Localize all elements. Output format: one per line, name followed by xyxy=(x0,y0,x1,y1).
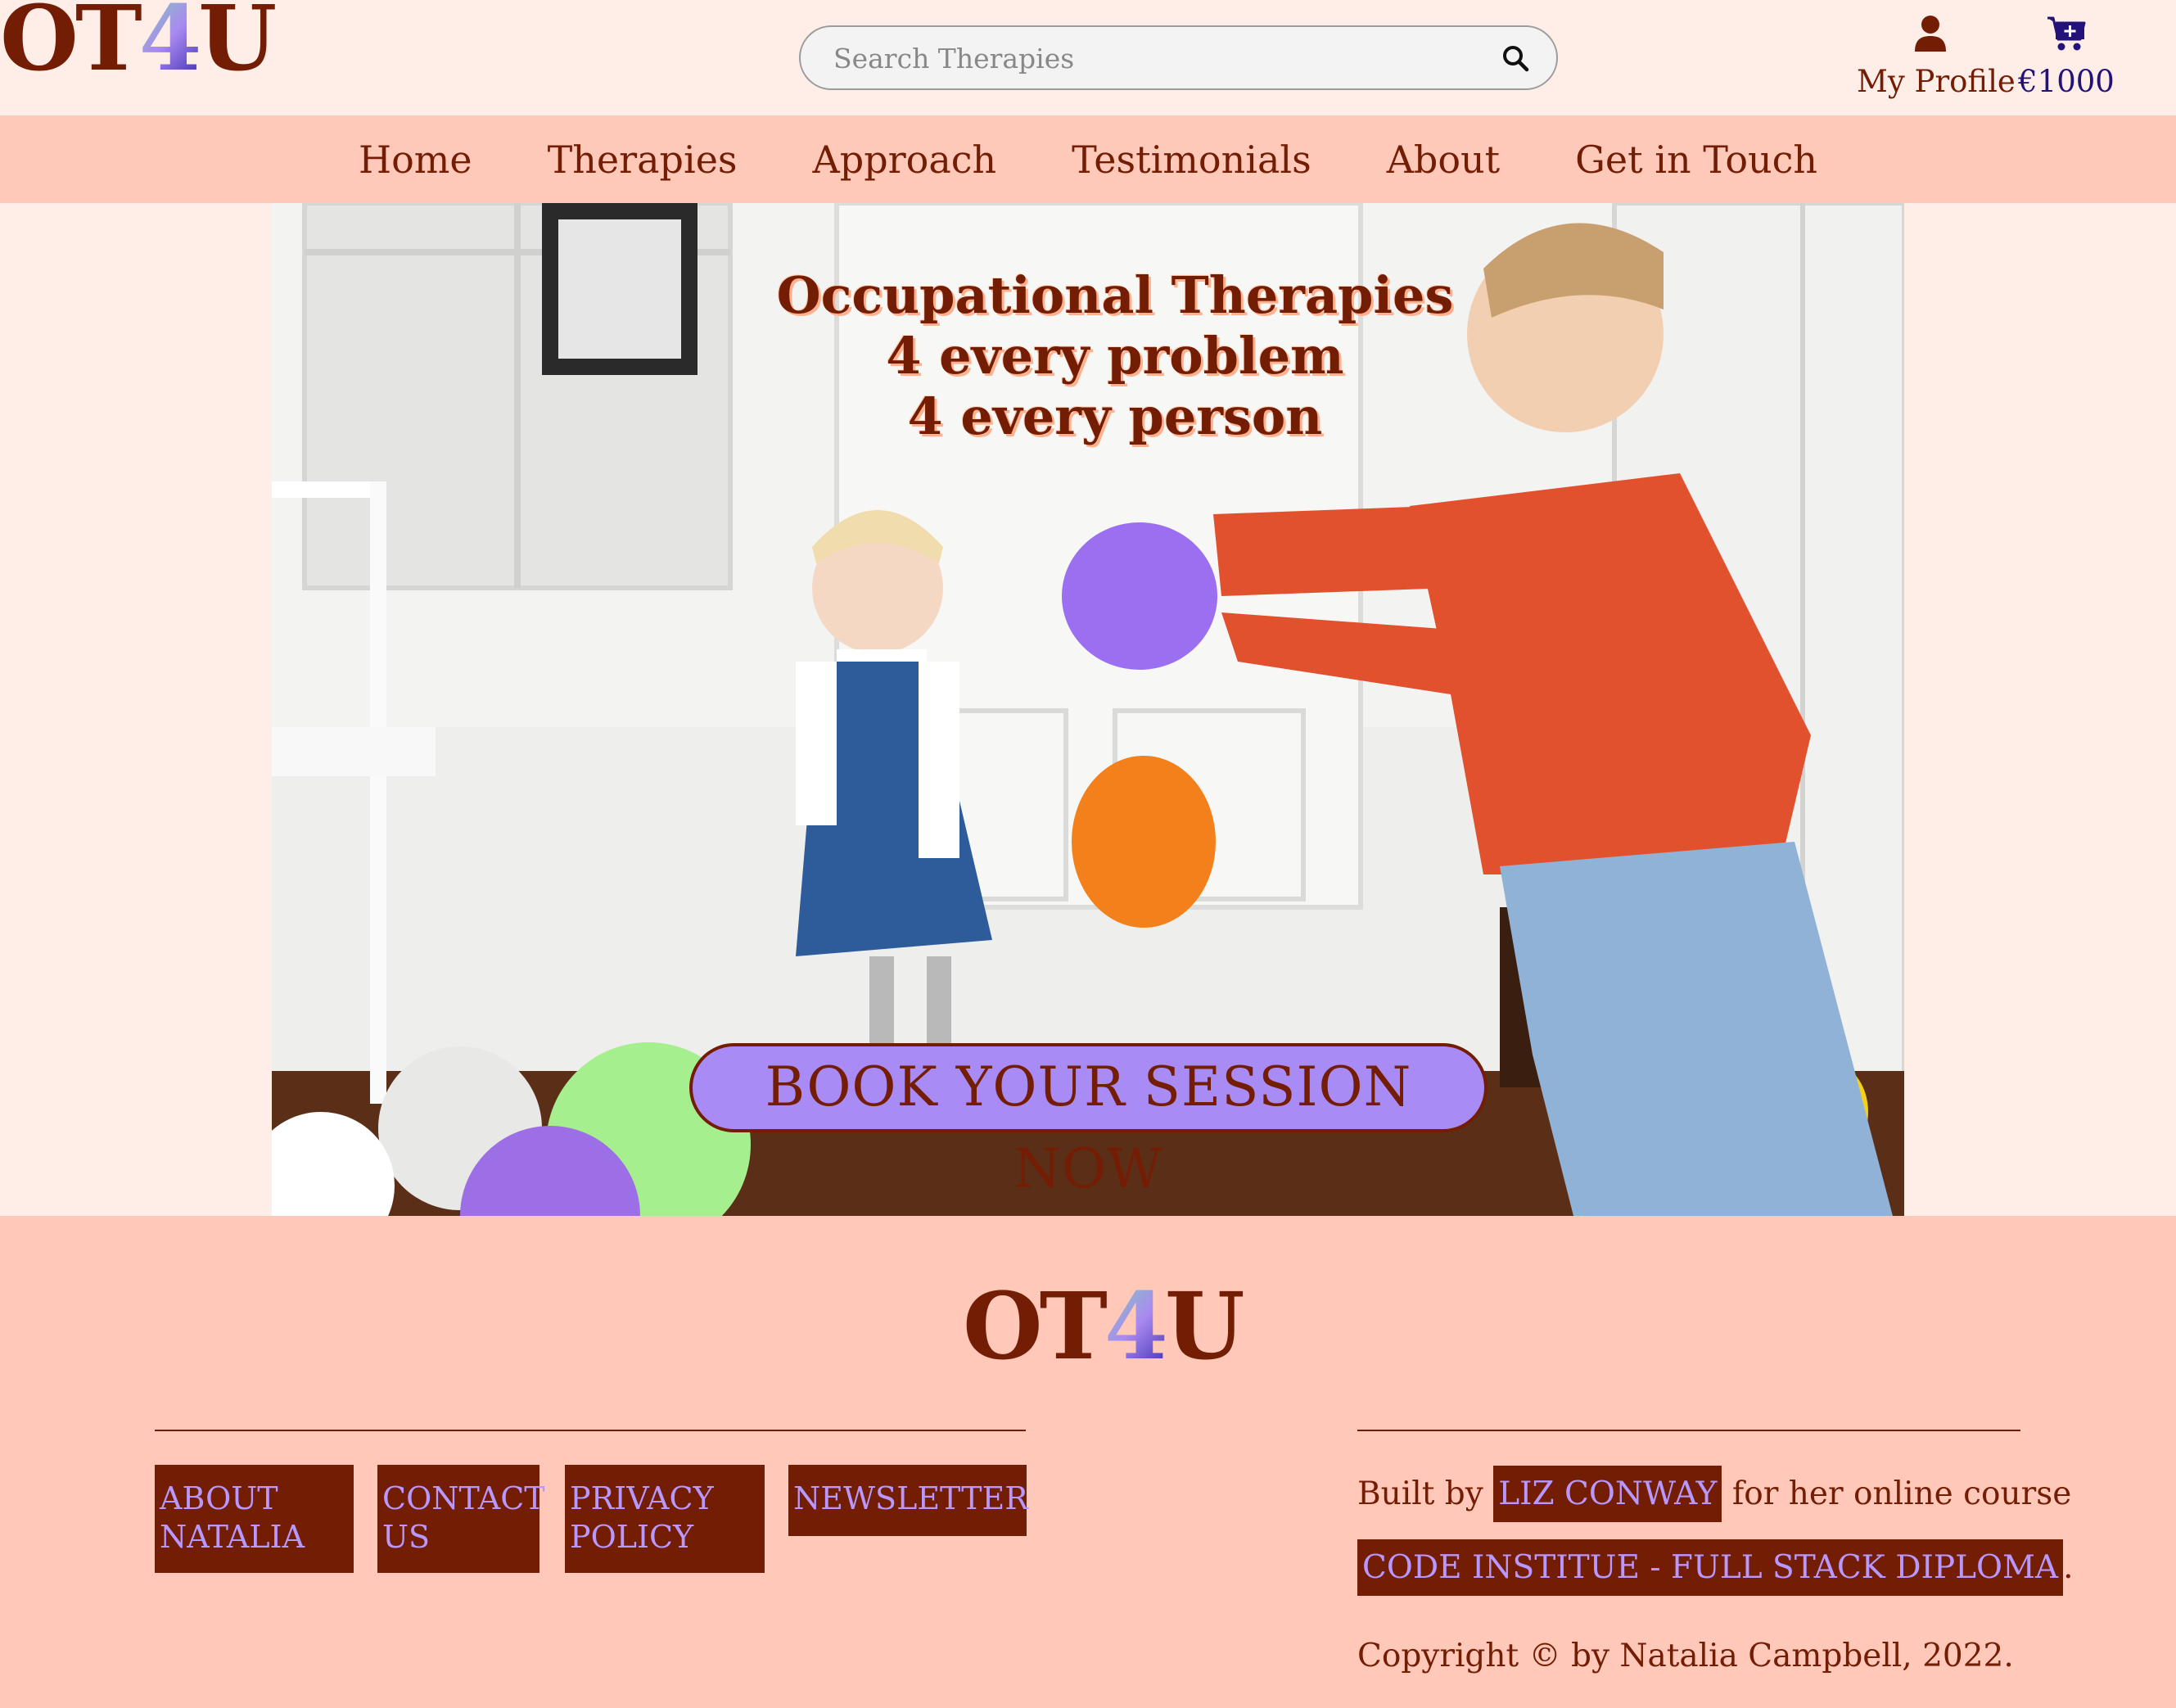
headline-line-3: 4 every person xyxy=(907,386,1323,446)
cart-link[interactable]: €1000 xyxy=(2009,15,2124,106)
hero-banner: Occupational Therapies 4 every problem 4… xyxy=(272,203,1904,1216)
logo-u: U xyxy=(198,0,277,91)
nav-testimonials[interactable]: Testimonials xyxy=(1072,138,1311,182)
course-line: CODE INSTITUE - FULL STACK DIPLOMA. xyxy=(1357,1539,2073,1596)
hero-headline: Occupational Therapies 4 every problem 4… xyxy=(763,265,1467,447)
footer-logo-ot: OT xyxy=(963,1273,1108,1380)
footer-link-privacy-policy[interactable]: PRIVACY POLICY xyxy=(565,1465,765,1573)
footer-logo-u: U xyxy=(1164,1273,1245,1380)
author-link[interactable]: LIZ CONWAY xyxy=(1493,1466,1722,1522)
search-icon xyxy=(1503,46,1529,72)
logo-ot: OT xyxy=(0,0,142,91)
logo-four: 4 xyxy=(139,0,202,84)
main-nav: Home Therapies Approach Testimonials Abo… xyxy=(0,115,2176,203)
cart-total: €1000 xyxy=(2018,64,2115,99)
my-profile-label: My Profile xyxy=(1857,64,2016,99)
book-session-button[interactable]: BOOK YOUR SESSION NOW xyxy=(689,1043,1488,1200)
footer-divider-right xyxy=(1357,1430,2020,1431)
site-footer: OT 4 U ABOUT NATALIA CONTACT US PRIVACY PO… xyxy=(0,1216,2176,1708)
headline-line-2: 4 every problem xyxy=(886,326,1344,386)
site-logo[interactable]: OT 4 U xyxy=(0,0,277,91)
footer-logo-four: 4 xyxy=(1104,1273,1168,1380)
my-profile-link[interactable]: My Profile xyxy=(1857,15,2016,106)
search-bar xyxy=(799,25,1558,90)
built-by-prefix: Built by xyxy=(1357,1475,1483,1512)
nav-home[interactable]: Home xyxy=(359,138,472,182)
cart-icon xyxy=(2047,16,2086,51)
footer-divider-left xyxy=(155,1430,1026,1431)
headline-line-1: Occupational Therapies xyxy=(776,265,1454,325)
site-header: OT4U My Profile €1000 xyxy=(0,0,2176,115)
built-by-suffix: for her online course xyxy=(1731,1475,2072,1512)
search-input[interactable] xyxy=(833,38,1472,78)
nav-about[interactable]: About xyxy=(1387,138,1500,182)
search-button[interactable] xyxy=(1501,43,1532,75)
nav-therapies[interactable]: Therapies xyxy=(548,138,738,182)
footer-logo[interactable]: OT 4 U xyxy=(963,1273,1245,1380)
copyright-text: Copyright © by Natalia Campbell, 2022. xyxy=(1357,1638,2014,1674)
built-by-line: Built by LIZ CONWAY for her online cours… xyxy=(1357,1466,2071,1522)
nav-get-in-touch[interactable]: Get in Touch xyxy=(1575,138,1817,182)
nav-approach[interactable]: Approach xyxy=(813,138,997,182)
footer-link-about-natalia[interactable]: ABOUT NATALIA xyxy=(155,1465,354,1573)
course-suffix: . xyxy=(2063,1549,2074,1586)
course-link[interactable]: CODE INSTITUE - FULL STACK DIPLOMA xyxy=(1357,1539,2064,1596)
user-icon xyxy=(1915,16,1946,52)
footer-link-contact-us[interactable]: CONTACT US xyxy=(377,1465,545,1573)
footer-link-newsletter[interactable]: NEWSLETTER xyxy=(788,1465,1028,1536)
